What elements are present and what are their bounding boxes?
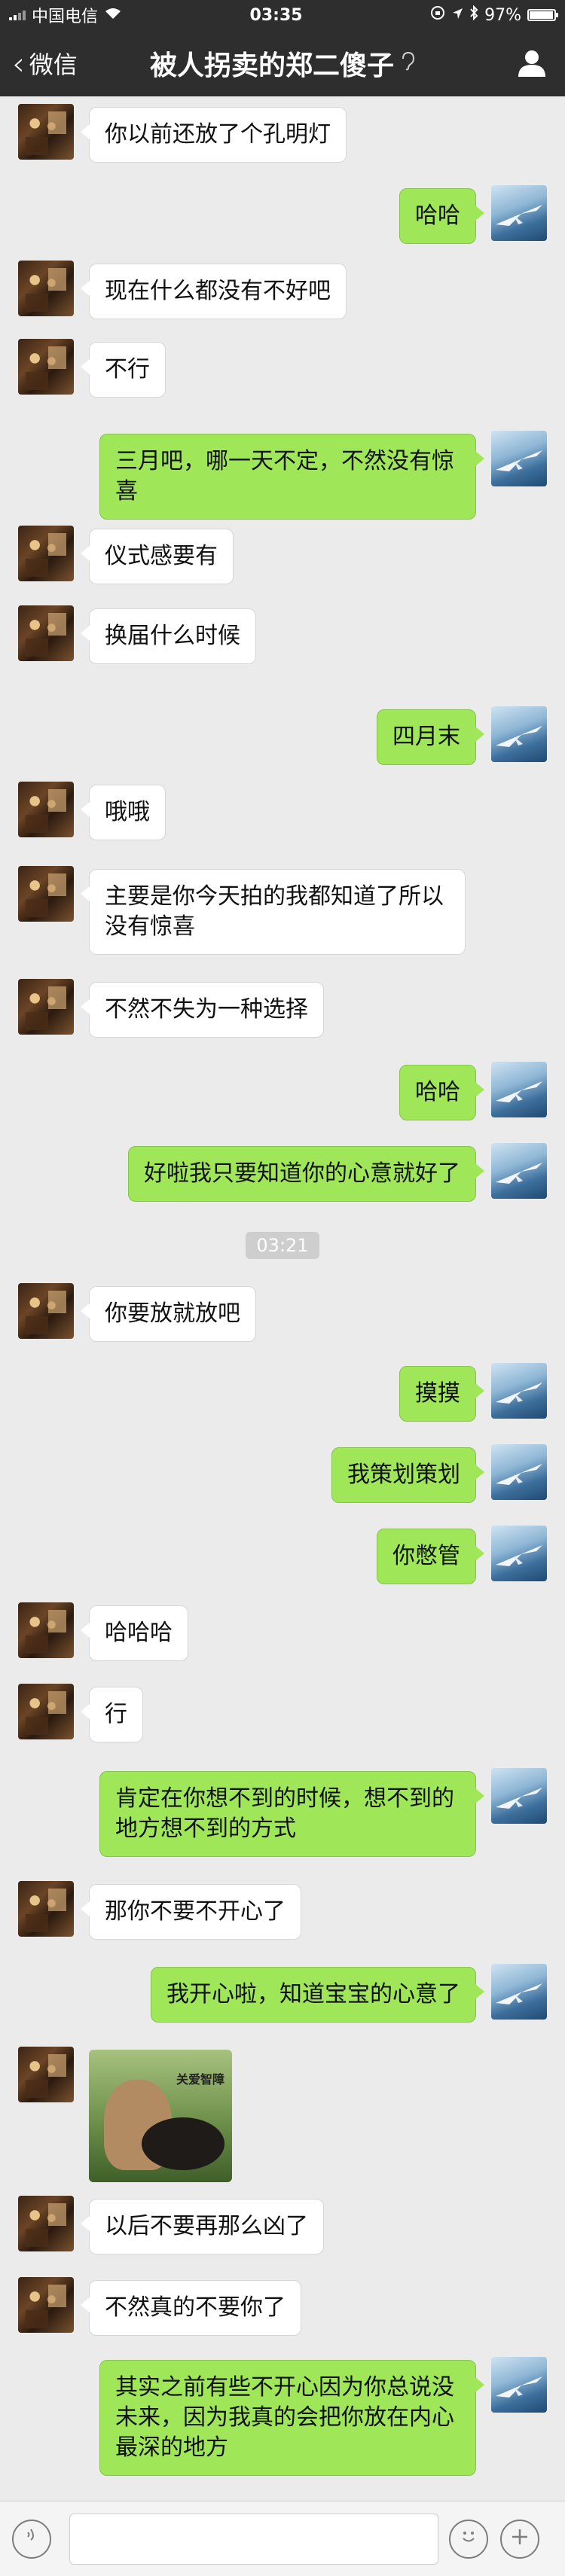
clock: 03:35	[249, 5, 303, 25]
wifi-icon	[104, 6, 122, 25]
contact-avatar[interactable]	[18, 2277, 74, 2333]
emoji-icon	[457, 2525, 480, 2553]
contact-avatar[interactable]	[18, 1881, 74, 1937]
message-bubble[interactable]: 肯定在你想不到的时候，想不到的地方想不到的方式	[99, 1771, 484, 1857]
voice-icon	[22, 2526, 41, 2553]
signal-icon	[9, 10, 26, 20]
message-bubble[interactable]: 你憋管	[377, 1529, 484, 1584]
contact-avatar[interactable]	[18, 1283, 74, 1339]
message-bubble[interactable]: 哈哈	[399, 1065, 484, 1120]
contact-avatar[interactable]	[18, 782, 74, 837]
message-bubble[interactable]: 不然不失为一种选择	[81, 982, 324, 1038]
message-list[interactable]: 你以前还放了个孔明灯 哈哈 现在什么都没有不好吧 不行 三月吧，哪一天不定，不然没有惊喜…	[0, 96, 565, 2501]
contact-avatar[interactable]	[18, 1602, 74, 1658]
my-avatar[interactable]	[491, 1444, 547, 1500]
voice-button[interactable]	[12, 2520, 51, 2559]
person-icon	[518, 50, 545, 77]
message-bubble[interactable]: 不行	[81, 342, 166, 398]
contact-avatar[interactable]	[18, 1684, 74, 1739]
input-bar	[0, 2501, 565, 2576]
contact-avatar[interactable]	[18, 2047, 74, 2102]
contact-avatar[interactable]	[18, 339, 74, 395]
message-bubble[interactable]: 那你不要不开心了	[81, 1884, 301, 1940]
bluetooth-icon	[469, 5, 478, 25]
chat-info-button[interactable]	[515, 47, 548, 80]
message-bubble[interactable]: 行	[81, 1687, 143, 1742]
message-bubble[interactable]: 你要放就放吧	[81, 1286, 256, 1342]
message-bubble[interactable]: 四月末	[377, 709, 484, 765]
message-bubble[interactable]: 以后不要再那么凶了	[81, 2199, 324, 2254]
message-bubble[interactable]: 三月吧，哪一天不定，不然没有惊喜	[99, 434, 484, 520]
contact-avatar[interactable]	[18, 2196, 74, 2251]
message-bubble[interactable]: 不然真的不要你了	[81, 2280, 301, 2336]
contact-avatar[interactable]	[18, 526, 74, 581]
contact-avatar[interactable]	[18, 979, 74, 1035]
contact-avatar[interactable]	[18, 261, 74, 316]
message-bubble[interactable]: 主要是你今天拍的我都知道了所以没有惊喜	[81, 869, 466, 955]
my-avatar[interactable]	[491, 1062, 547, 1117]
my-avatar[interactable]	[491, 1143, 547, 1199]
my-avatar[interactable]	[491, 1363, 547, 1419]
message-bubble[interactable]: 换届什么时候	[81, 608, 256, 664]
message-input[interactable]	[69, 2514, 438, 2565]
message-bubble[interactable]: 摸摸	[399, 1366, 484, 1422]
contact-avatar[interactable]	[18, 104, 74, 160]
message-bubble[interactable]: 哦哦	[81, 785, 166, 840]
time-divider: 03:21	[0, 1232, 565, 1259]
sticker-image[interactable]: 关爱智障	[89, 2050, 232, 2182]
my-avatar[interactable]	[491, 2357, 547, 2413]
message-bubble[interactable]: 现在什么都没有不好吧	[81, 264, 347, 319]
my-avatar[interactable]	[491, 1964, 547, 2020]
chat-title-wrap: 被人拐卖的郑二傻子	[0, 30, 565, 96]
message-bubble[interactable]: 我开心啦，知道宝宝的心意了	[151, 1967, 484, 2023]
message-bubble[interactable]: 我策划策划	[331, 1447, 484, 1503]
my-avatar[interactable]	[491, 1526, 547, 1581]
message-bubble[interactable]: 哈哈	[399, 188, 484, 244]
time-label: 03:21	[246, 1232, 319, 1259]
battery-percent: 97%	[484, 5, 521, 25]
status-bar: 中国电信 03:35 97%	[0, 0, 565, 30]
message-bubble[interactable]: 哈哈哈	[81, 1605, 188, 1661]
plus-icon	[510, 2526, 530, 2553]
message-bubble[interactable]: 其实之前有些不开心因为你总说没未来，因为我真的会把你放在内心最深的地方	[99, 2360, 484, 2476]
message-bubble[interactable]: 好啦我只要知道你的心意就好了	[128, 1146, 484, 1202]
battery-icon	[527, 9, 558, 21]
more-button[interactable]	[500, 2520, 539, 2559]
my-avatar[interactable]	[491, 706, 547, 762]
location-icon	[451, 6, 463, 25]
nav-bar: ‹ 微信 被人拐卖的郑二傻子	[0, 30, 565, 96]
contact-avatar[interactable]	[18, 866, 74, 922]
contact-avatar[interactable]	[18, 605, 74, 661]
my-avatar[interactable]	[491, 1768, 547, 1824]
ear-icon	[400, 51, 415, 76]
sticker-caption: 关爱智障	[176, 2072, 224, 2087]
message-bubble[interactable]: 仪式感要有	[81, 529, 234, 584]
message-bubble[interactable]: 你以前还放了个孔明灯	[81, 107, 347, 163]
chat-title: 被人拐卖的郑二傻子	[149, 50, 394, 81]
emoji-button[interactable]	[449, 2520, 488, 2559]
my-avatar[interactable]	[491, 431, 547, 486]
carrier-label: 中国电信	[32, 8, 99, 26]
my-avatar[interactable]	[491, 185, 547, 241]
lock-rotation-icon	[430, 5, 445, 25]
